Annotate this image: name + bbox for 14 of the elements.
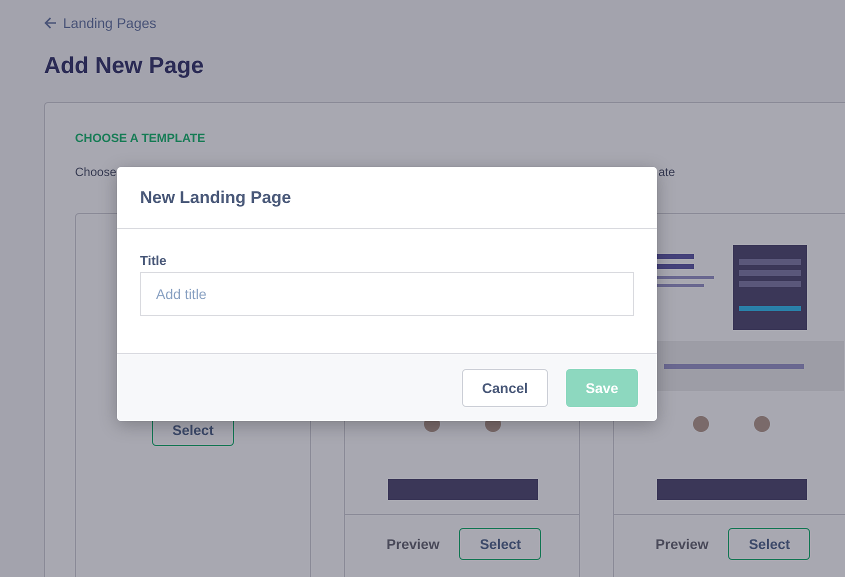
back-arrow-icon (44, 17, 57, 29)
select-button[interactable]: Select (728, 528, 810, 560)
section-subtitle: Choose (75, 165, 116, 179)
preview-button[interactable]: Preview (652, 530, 712, 558)
section-heading: CHOOSE A TEMPLATE (75, 131, 206, 145)
preview-button[interactable]: Preview (382, 530, 444, 558)
dialog-title: New Landing Page (140, 188, 292, 208)
section-subtitle: ate (658, 165, 675, 179)
back-link[interactable]: Landing Pages (44, 15, 156, 31)
field-label: Title (140, 253, 168, 268)
title-input-field[interactable]: Add title (140, 272, 634, 316)
cancel-button[interactable]: Cancel (462, 368, 548, 406)
page-title: Add New Page (44, 52, 205, 79)
select-button[interactable]: Select (459, 528, 542, 560)
